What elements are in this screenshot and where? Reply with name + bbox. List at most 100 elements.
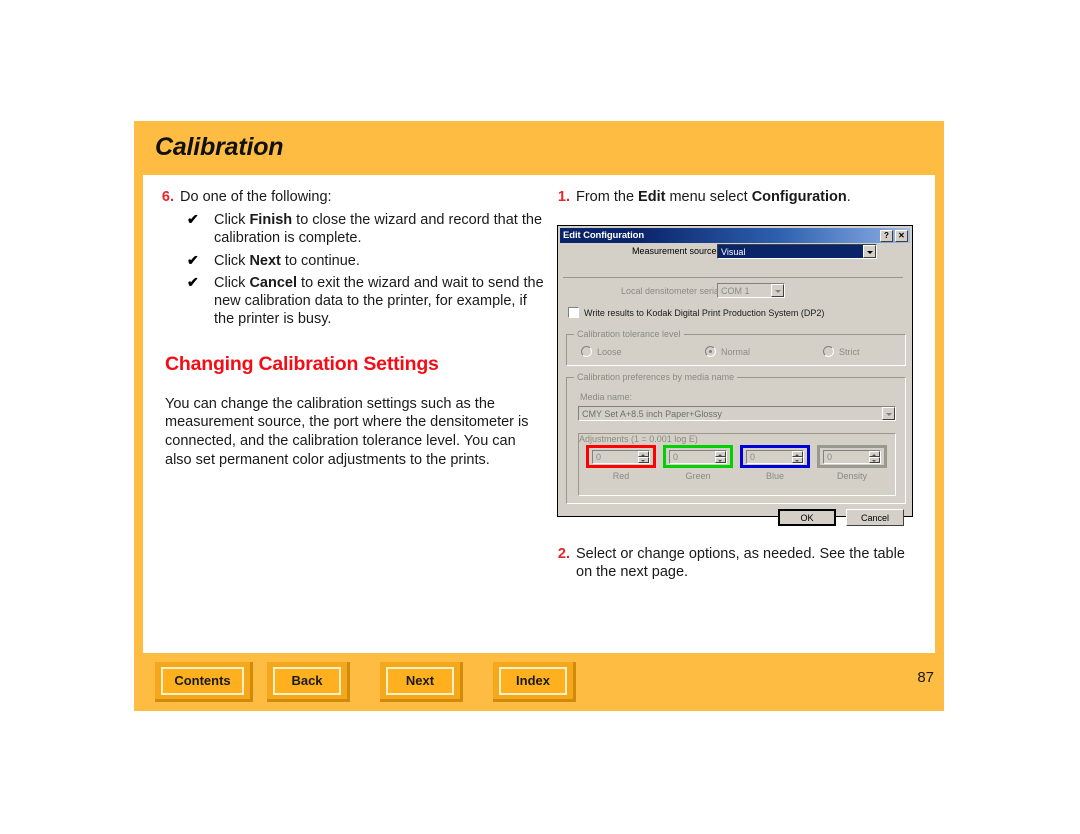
measurement-source-label: Measurement source: <box>632 246 720 256</box>
serial-port-value: COM 1 <box>721 285 750 296</box>
ok-button[interactable]: OK <box>778 509 836 526</box>
cancel-button[interactable]: Cancel <box>846 509 904 526</box>
page-header: Calibration <box>134 121 944 175</box>
list-item-text: Click Cancel to exit the wizard and wait… <box>214 274 544 328</box>
checkmark-icon: ✔ <box>187 211 199 228</box>
nav-button-contents[interactable]: Contents <box>155 662 253 702</box>
dialog-title: Edit Configuration <box>563 230 645 241</box>
adjustment-red: 0 Red <box>586 445 656 481</box>
radio-strict[interactable]: Strict <box>823 346 860 357</box>
radio-loose-label: Loose <box>597 346 622 357</box>
adjustment-blue: 0 Blue <box>740 445 810 481</box>
step-6-bullet-list: ✔ Click Finish to close the wizard and r… <box>187 211 544 329</box>
radio-normal[interactable]: Normal <box>705 346 750 357</box>
chevron-down-icon[interactable] <box>863 245 876 258</box>
green-spin-buttons[interactable] <box>715 450 726 463</box>
spin-down-icon[interactable] <box>869 456 880 463</box>
nav-button-contents-label: Contents <box>161 666 244 695</box>
nav-button-index-label: Index <box>499 666 567 695</box>
footer-navigation: Contents Back Next Index 87 <box>134 653 944 711</box>
measurement-source-combo[interactable]: Visual <box>717 244 877 259</box>
divider <box>563 277 903 278</box>
media-name-label: Media name: <box>580 392 633 402</box>
media-group-title: Calibration preferences by media name <box>574 372 738 382</box>
edit-configuration-dialog: Edit Configuration ? ✕ Measurement sourc… <box>557 225 913 526</box>
green-stepper[interactable]: 0 <box>669 449 727 464</box>
density-spin-buttons[interactable] <box>869 450 880 463</box>
radio-strict-label: Strict <box>839 346 860 357</box>
dp2-checkbox-row[interactable]: Write results to Kodak Digital Print Pro… <box>568 307 824 318</box>
blue-highlight-box: 0 <box>740 445 810 468</box>
measurement-source-value: Visual <box>721 246 746 257</box>
content-panel: 6. Do one of the following: ✔ Click Fini… <box>143 175 935 653</box>
checkmark-icon: ✔ <box>187 273 199 290</box>
radio-loose[interactable]: Loose <box>581 346 622 357</box>
red-highlight-box: 0 <box>586 445 656 468</box>
red-spin-buttons[interactable] <box>638 450 649 463</box>
checkmark-icon: ✔ <box>187 251 199 268</box>
nav-button-index[interactable]: Index <box>493 662 576 702</box>
list-item-text: Click Next to continue. <box>214 252 360 269</box>
dialog-titlebar[interactable]: Edit Configuration ? ✕ <box>560 228 910 243</box>
step-1: 1. From the Edit menu select Configurati… <box>550 188 925 206</box>
radio-icon[interactable] <box>823 346 834 357</box>
media-name-value: CMY Set A+8.5 inch Paper+Glossy <box>582 408 722 419</box>
adjustments-group: Adjustments (1 = 0.001 log E) 0 Red 0 Gr… <box>578 433 896 496</box>
page-number: 87 <box>917 669 934 686</box>
dialog-body: Measurement source: Visual Local densito… <box>560 244 910 526</box>
blue-stepper[interactable]: 0 <box>746 449 804 464</box>
chevron-down-icon[interactable] <box>882 407 895 420</box>
density-highlight-box: 0 <box>817 445 887 468</box>
density-stepper[interactable]: 0 <box>823 449 881 464</box>
step-1-number: 1. <box>557 189 570 205</box>
radio-normal-label: Normal <box>721 346 751 357</box>
red-stepper[interactable]: 0 <box>592 449 650 464</box>
red-label: Red <box>612 471 630 481</box>
right-column: 1. From the Edit menu select Configurati… <box>550 188 925 580</box>
media-name-combo[interactable]: CMY Set A+8.5 inch Paper+Glossy <box>578 406 896 421</box>
spin-down-icon[interactable] <box>638 456 649 463</box>
list-item-text: Click Finish to close the wizard and rec… <box>214 212 543 247</box>
step-6: 6. Do one of the following: <box>154 188 544 206</box>
tolerance-group: Calibration tolerance level Loose Normal… <box>566 329 906 366</box>
help-icon[interactable]: ? <box>880 229 893 242</box>
green-highlight-box: 0 <box>663 445 733 468</box>
body-paragraph: You can change the calibration settings … <box>165 395 529 468</box>
close-icon[interactable]: ✕ <box>895 229 908 242</box>
nav-button-next-label: Next <box>386 666 454 695</box>
adjustments-group-title: Adjustments (1 = 0.001 log E) <box>579 434 698 444</box>
dp2-checkbox[interactable] <box>568 307 579 318</box>
spin-down-icon[interactable] <box>715 456 726 463</box>
nav-button-back[interactable]: Back <box>267 662 350 702</box>
density-label: Density <box>836 471 867 481</box>
step-2-number: 2. <box>557 546 570 562</box>
radio-icon[interactable] <box>705 346 716 357</box>
blue-spin-buttons[interactable] <box>792 450 803 463</box>
titlebar-buttons: ? ✕ <box>880 229 908 242</box>
list-item: ✔ Click Next to continue. <box>187 252 544 270</box>
serial-port-combo[interactable]: COM 1 <box>717 283 785 298</box>
step-2: 2. Select or change options, as needed. … <box>550 545 925 581</box>
adjustment-density: 0 Density <box>817 445 887 481</box>
media-preferences-group: Calibration preferences by media name Me… <box>566 372 906 504</box>
chevron-down-icon[interactable] <box>771 284 784 297</box>
nav-button-next[interactable]: Next <box>380 662 463 702</box>
step-2-text: Select or change options, as needed. See… <box>576 546 905 581</box>
step-6-text: Do one of the following: <box>180 189 332 205</box>
list-item: ✔ Click Finish to close the wizard and r… <box>187 211 544 248</box>
spin-down-icon[interactable] <box>792 456 803 463</box>
blue-value: 0 <box>750 451 756 462</box>
list-item: ✔ Click Cancel to exit the wizard and wa… <box>187 274 544 329</box>
tolerance-group-title: Calibration tolerance level <box>574 329 684 339</box>
manual-page-frame: Calibration 6. Do one of the following: … <box>134 121 944 711</box>
nav-button-back-label: Back <box>273 666 341 695</box>
density-value: 0 <box>827 451 833 462</box>
dp2-checkbox-label: Write results to Kodak Digital Print Pro… <box>584 307 825 318</box>
left-column: 6. Do one of the following: ✔ Click Fini… <box>154 188 544 470</box>
adjustment-green: 0 Green <box>663 445 733 481</box>
green-label: Green <box>685 471 711 481</box>
section-heading: Changing Calibration Settings <box>165 352 439 375</box>
blue-label: Blue <box>765 471 784 481</box>
green-value: 0 <box>673 451 679 462</box>
radio-icon[interactable] <box>581 346 592 357</box>
